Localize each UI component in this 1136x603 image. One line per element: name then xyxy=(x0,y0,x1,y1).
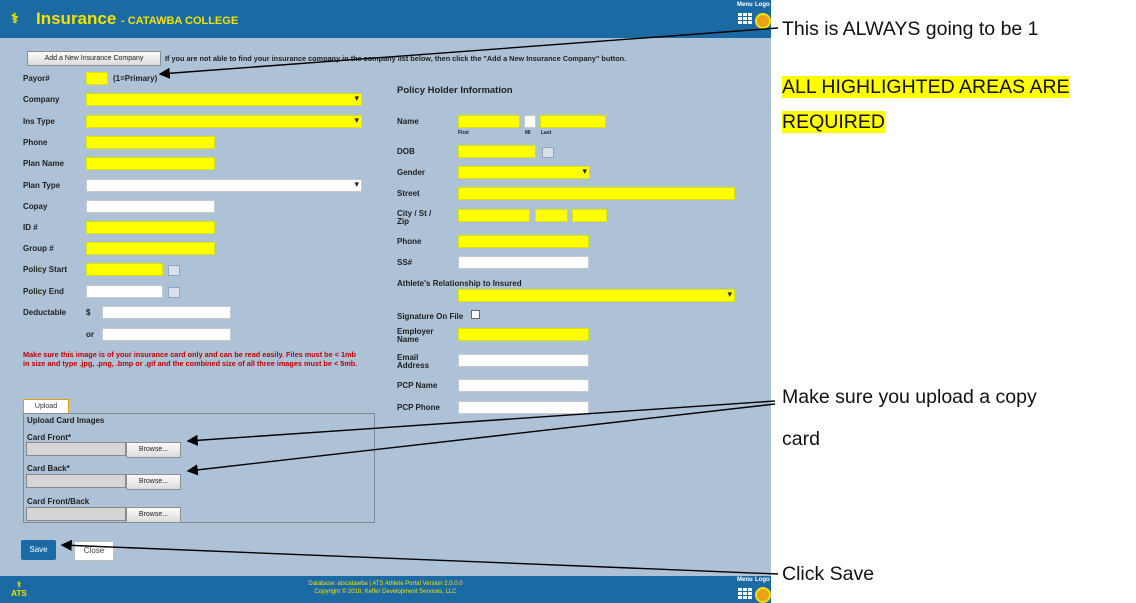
arrow-to-payor xyxy=(158,27,779,79)
arrow-to-card-back xyxy=(186,403,776,476)
arrow-to-card-front xyxy=(186,400,776,446)
arrow-to-save xyxy=(60,539,779,575)
annotation-arrows xyxy=(60,27,779,575)
